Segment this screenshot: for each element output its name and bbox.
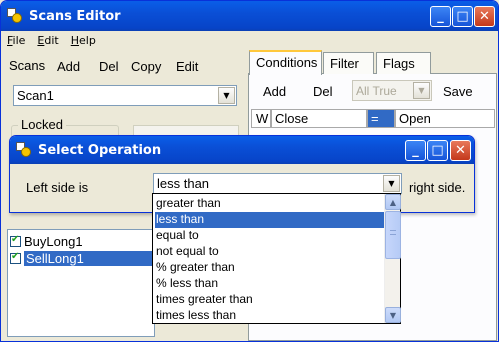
close-button[interactable]: ✕: [474, 6, 495, 27]
delete-condition-button[interactable]: Del: [313, 80, 333, 102]
condition-operator-cell[interactable]: =: [367, 109, 395, 128]
window-title: Scans Editor: [29, 8, 121, 24]
list-item[interactable]: BuyLong1: [8, 233, 154, 250]
list-item-label: BuyLong1: [24, 234, 83, 249]
delete-scan-button[interactable]: Del: [99, 55, 119, 77]
scan-select[interactable]: Scan1 ▼: [13, 85, 237, 106]
menu-edit[interactable]: Edit: [37, 34, 58, 47]
option-times-less-than[interactable]: times less than: [155, 308, 385, 324]
maximize-button[interactable]: □: [452, 6, 473, 27]
main-titlebar[interactable]: Scans Editor _ □ ✕: [1, 1, 498, 31]
scroll-up-icon[interactable]: ▲: [385, 194, 401, 210]
menu-bar: File Edit Help: [1, 31, 498, 49]
minimize-button[interactable]: _: [430, 6, 451, 27]
app-icon: [16, 142, 32, 158]
left-side-label: Left side is: [26, 180, 89, 195]
menu-help[interactable]: Help: [71, 34, 96, 47]
scans-label: Scans: [9, 58, 46, 73]
scroll-thumb[interactable]: [385, 211, 401, 259]
add-scan-button[interactable]: Add: [57, 55, 80, 77]
option-percent-greater-than[interactable]: % greater than: [155, 260, 385, 276]
option-percent-less-than[interactable]: % less than: [155, 276, 385, 292]
save-button[interactable]: Save: [443, 80, 473, 102]
condition-left-cell[interactable]: Close: [271, 109, 367, 128]
condition-mode-value: All True: [356, 83, 397, 98]
dialog-close-button[interactable]: ✕: [450, 140, 471, 161]
option-less-than[interactable]: less than: [155, 212, 385, 228]
option-times-greater-than[interactable]: times greater than: [155, 292, 385, 308]
scroll-down-icon[interactable]: ▼: [385, 307, 401, 323]
operation-dropdown-list: greater than less than equal to not equa…: [152, 193, 401, 324]
dialog-titlebar[interactable]: Select Operation _ □ ✕: [10, 136, 474, 164]
menu-file[interactable]: File: [7, 34, 25, 47]
operation-select[interactable]: less than ▼: [153, 173, 402, 194]
chevron-down-icon[interactable]: ▼: [413, 82, 430, 99]
chevron-down-icon[interactable]: ▼: [218, 87, 235, 104]
condition-type-cell[interactable]: W: [251, 109, 271, 128]
copy-scan-button[interactable]: Copy: [131, 55, 161, 77]
condition-right-cell[interactable]: Open: [395, 109, 495, 128]
right-side-label: right side.: [409, 180, 466, 195]
checkbox-buylong1[interactable]: [10, 234, 21, 247]
condition-mode-select[interactable]: All True ▼: [352, 80, 432, 101]
dropdown-scrollbar[interactable]: ▲ ▼: [384, 194, 401, 323]
locked-label: Locked: [18, 117, 66, 132]
tab-conditions[interactable]: Conditions: [249, 50, 322, 75]
option-not-equal-to[interactable]: not equal to: [155, 244, 385, 260]
dialog-title: Select Operation: [38, 142, 162, 158]
tab-flags[interactable]: Flags: [376, 52, 431, 74]
option-equal-to[interactable]: equal to: [155, 228, 385, 244]
scan-select-value: Scan1: [17, 88, 54, 103]
checkbox-selllong1[interactable]: [10, 251, 21, 264]
scan-list: BuyLong1 SellLong1: [7, 229, 155, 337]
dialog-maximize-button[interactable]: □: [427, 140, 448, 161]
list-item[interactable]: SellLong1: [8, 250, 154, 267]
dialog-minimize-button[interactable]: _: [405, 140, 426, 161]
add-condition-button[interactable]: Add: [263, 80, 286, 102]
operation-select-value: less than: [157, 176, 210, 191]
tab-filter[interactable]: Filter: [323, 52, 374, 74]
app-icon: [7, 8, 23, 24]
edit-scan-button[interactable]: Edit: [176, 55, 198, 77]
list-item-label: SellLong1: [24, 251, 152, 266]
option-greater-than[interactable]: greater than: [155, 196, 385, 212]
chevron-down-icon[interactable]: ▼: [383, 175, 400, 192]
